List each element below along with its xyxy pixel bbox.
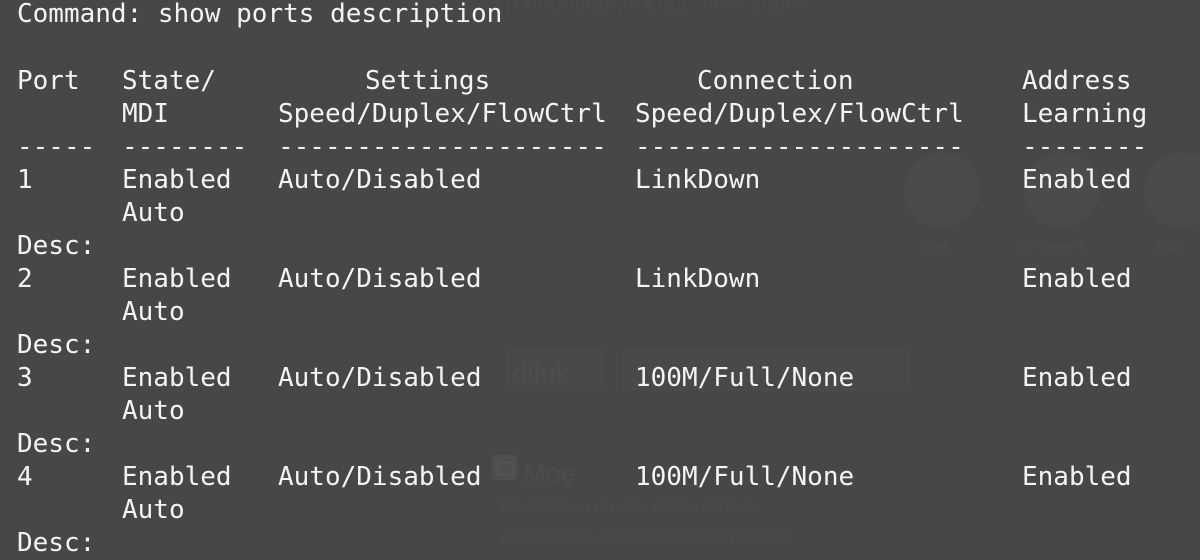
port-desc-label: Desc: bbox=[17, 330, 96, 360]
port-connection: LinkDown bbox=[635, 264, 761, 294]
port-mdi: Auto bbox=[122, 198, 185, 228]
header-address: Address bbox=[1022, 66, 1132, 96]
command-line: Command: show ports description bbox=[17, 0, 503, 29]
separator-connection: --------------------- bbox=[635, 132, 964, 162]
terminal-screen: Начальная, назад - все анонс. Тема Избра… bbox=[0, 0, 1200, 560]
port-address-learning: Enabled bbox=[1022, 462, 1132, 492]
header-port: Port bbox=[17, 66, 80, 96]
header-mdi: MDI bbox=[122, 99, 169, 129]
terminal-output: Command: show ports description Port Sta… bbox=[0, 0, 1200, 560]
separator-port: ----- bbox=[17, 132, 96, 162]
port-state: Enabled bbox=[122, 462, 232, 492]
port-mdi: Auto bbox=[122, 297, 185, 327]
port-connection: 100M/Full/None bbox=[635, 462, 855, 492]
port-desc-label: Desc: bbox=[17, 429, 96, 459]
port-settings: Auto/Disabled bbox=[278, 165, 482, 195]
port-state: Enabled bbox=[122, 165, 232, 195]
header-state: State/ bbox=[122, 66, 216, 96]
port-mdi: Auto bbox=[122, 495, 185, 525]
separator-settings: --------------------- bbox=[278, 132, 607, 162]
port-settings: Auto/Disabled bbox=[278, 462, 482, 492]
separator-state: -------- bbox=[122, 132, 248, 162]
port-address-learning: Enabled bbox=[1022, 264, 1132, 294]
port-settings: Auto/Disabled bbox=[278, 363, 482, 393]
port-number: 1 bbox=[17, 165, 33, 195]
port-address-learning: Enabled bbox=[1022, 363, 1132, 393]
header-connection: Connection bbox=[697, 66, 854, 96]
port-desc-label: Desc: bbox=[17, 528, 96, 558]
header-connection-sub: Speed/Duplex/FlowCtrl bbox=[635, 99, 964, 129]
port-connection: 100M/Full/None bbox=[635, 363, 855, 393]
header-learning: Learning bbox=[1022, 99, 1148, 129]
port-state: Enabled bbox=[122, 363, 232, 393]
port-address-learning: Enabled bbox=[1022, 165, 1132, 195]
separator-address: -------- bbox=[1022, 132, 1148, 162]
port-state: Enabled bbox=[122, 264, 232, 294]
port-connection: LinkDown bbox=[635, 165, 761, 195]
port-number: 3 bbox=[17, 363, 33, 393]
port-desc-label: Desc: bbox=[17, 231, 96, 261]
header-settings: Settings bbox=[365, 66, 491, 96]
port-number: 4 bbox=[17, 462, 33, 492]
port-number: 2 bbox=[17, 264, 33, 294]
port-mdi: Auto bbox=[122, 396, 185, 426]
port-settings: Auto/Disabled bbox=[278, 264, 482, 294]
header-settings-sub: Speed/Duplex/FlowCtrl bbox=[278, 99, 607, 129]
